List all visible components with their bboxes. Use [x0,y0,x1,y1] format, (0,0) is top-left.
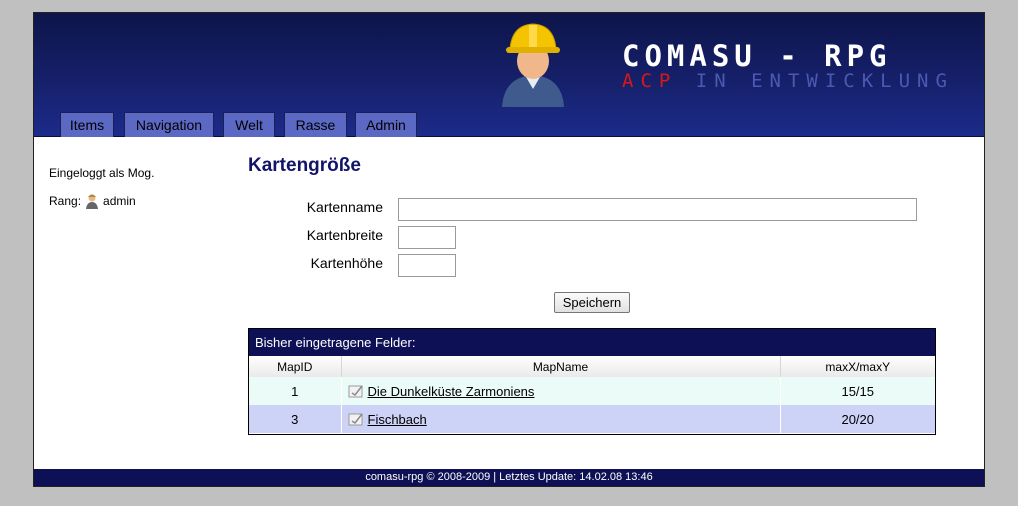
page-title: Kartengröße [248,155,361,176]
tab-rasse[interactable]: Rasse [284,112,347,137]
column-header-mapid: MapID [249,356,342,377]
map-link[interactable]: Die Dunkelküste Zarmoniens [368,384,535,399]
logo-title: COMASU - RPG [622,39,892,73]
cell-map-name: Die Dunkelküste Zarmoniens [341,377,781,405]
cell-map-id: 3 [249,405,342,433]
logo-subtitle: ACP IN ENTWICKLUNG [622,70,954,92]
table-caption: Bisher eingetragene Felder: [249,329,935,356]
cell-map-id: 1 [249,377,342,405]
rank-label: Rang: [49,194,82,208]
map-link[interactable]: Fischbach [368,412,427,427]
cell-map-name: Fischbach [341,405,781,433]
table-row: 1 Die Dunkelküste Zarmoniens 15/15 [249,377,935,405]
map-width-label: Kartenbreite [306,227,383,243]
user-icon [86,194,99,209]
map-name-input[interactable] [398,198,917,221]
tab-navigation[interactable]: Navigation [124,112,214,137]
column-header-mapname: MapName [341,356,781,377]
tab-items[interactable]: Items [60,112,114,137]
edit-icon[interactable] [348,384,364,398]
construction-worker-icon [502,23,564,107]
logo-acp-text: ACP [622,70,678,92]
rank-value: admin [103,194,136,208]
header-banner: COMASU - RPG ACP IN ENTWICKLUNG Items Na… [34,13,984,137]
map-name-label: Kartenname [306,199,383,215]
save-button[interactable]: Speichern [554,292,630,313]
cell-max-xy: 20/20 [780,405,935,433]
tab-welt[interactable]: Welt [223,112,275,137]
page-frame: COMASU - RPG ACP IN ENTWICKLUNG Items Na… [33,12,985,487]
logo-dev-text: IN ENTWICKLUNG [695,70,954,92]
cell-max-xy: 15/15 [780,377,935,405]
map-height-label: Kartenhöhe [310,255,383,271]
rank-line: Rang: admin [49,193,136,209]
maps-table: Bisher eingetragene Felder: MapID MapNam… [248,328,936,435]
column-header-maxxy: maxX/maxY [780,356,935,377]
table-header-row: MapID MapName maxX/maxY [249,356,935,377]
tab-admin[interactable]: Admin [355,112,417,137]
map-width-input[interactable] [398,226,456,249]
footer: comasu-rpg © 2008-2009 | Letztes Update:… [34,469,984,486]
login-status: Eingeloggt als Mog. [49,166,155,180]
map-height-input[interactable] [398,254,456,277]
edit-icon[interactable] [348,412,364,426]
table-row: 3 Fischbach 20/20 [249,405,935,433]
